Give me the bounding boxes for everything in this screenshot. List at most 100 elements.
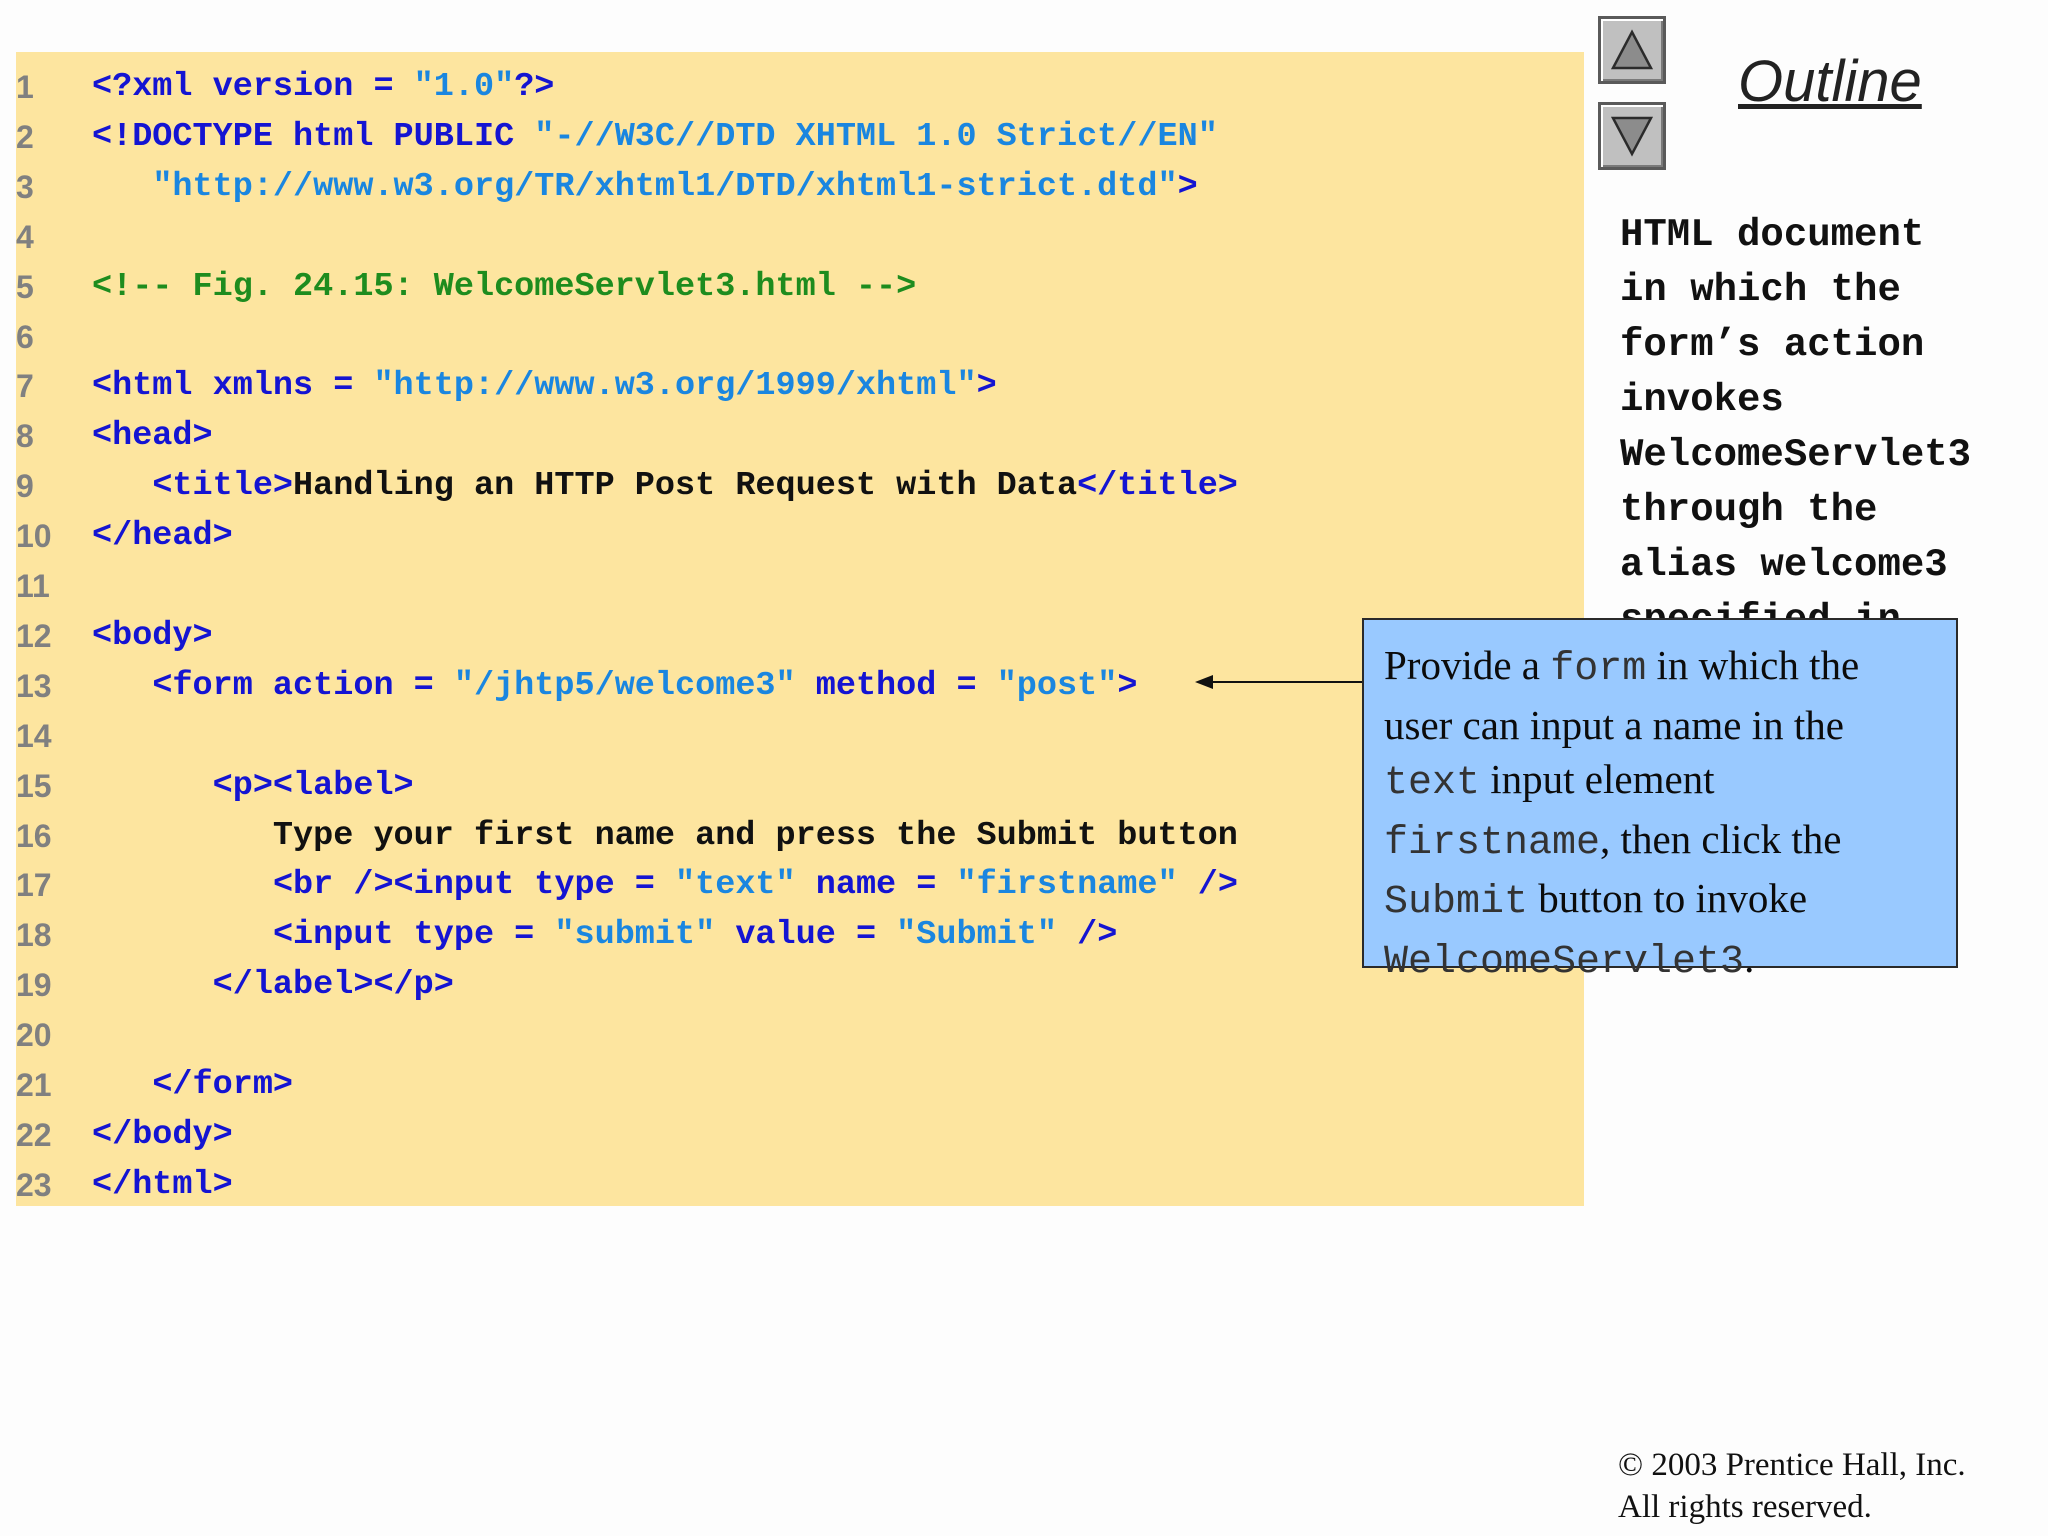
code-token: "/jhtp5/welcome3": [453, 666, 796, 705]
code-token: </label></p>: [212, 966, 454, 1005]
code-token: >: [976, 367, 997, 406]
code-token: <form action =: [152, 666, 454, 705]
code-token: <!-- Fig. 24.15: WelcomeServlet3.html --…: [92, 267, 917, 306]
line-number: 18: [16, 917, 52, 954]
line-number: 14: [16, 717, 52, 754]
code-text: <input type = "submit" value = "Submit" …: [92, 910, 1117, 960]
copyright-line-1: © 2003 Prentice Hall, Inc.: [1618, 1447, 1966, 1483]
code-token: </head>: [92, 517, 233, 556]
callout-code-term: firstname: [1384, 820, 1601, 866]
side-description: HTML document in which the form’s action…: [1620, 213, 1972, 620]
line-number: 15: [16, 767, 52, 804]
line-number: 19: [16, 967, 52, 1004]
code-token: <br /><input type =: [272, 866, 676, 905]
code-text: <p><label>: [92, 761, 414, 811]
code-listing: 1 <?xml version = "1.0"?> 2 <!DOCTYPE html …: [16, 52, 1584, 1206]
code-text: </html>: [92, 1160, 233, 1210]
line-number: 1: [16, 69, 34, 105]
code-text: Type your first name and press the Submi…: [92, 811, 1238, 861]
line-number: 5: [16, 268, 34, 305]
code-text: <?xml version = "1.0"?>: [92, 62, 554, 112]
triangle-down-icon: [1610, 116, 1654, 157]
line-number: 8: [16, 418, 34, 455]
callout-code-term: text: [1384, 761, 1481, 806]
code-token: </title>: [1077, 467, 1238, 506]
copyright: © 2003 Prentice Hall, Inc. All rights re…: [1618, 1444, 1966, 1528]
code-token: "post": [996, 666, 1118, 705]
callout-text: .: [1744, 934, 1755, 981]
code-token: "http://www.w3.org/1999/xhtml": [373, 367, 977, 406]
callout-text: , then click the: [1600, 815, 1842, 862]
code-token: "http://www.w3.org/TR/xhtml1/DTD/xhtml1-…: [152, 167, 1178, 206]
line-number: 11: [16, 568, 50, 604]
outline-title[interactable]: Outline: [1738, 48, 1922, 115]
callout-text: Provide a: [1384, 642, 1551, 688]
callout-code-term: Submit: [1384, 880, 1529, 925]
code-text: <head>: [92, 411, 213, 461]
line-number: 10: [16, 518, 52, 555]
code-token: <input type =: [272, 916, 555, 955]
code-token: "text": [675, 866, 796, 905]
code-token: Handling an HTTP Post Request with Data: [293, 467, 1078, 506]
line-number: 12: [16, 617, 52, 654]
code-token: "submit": [554, 916, 716, 955]
line-number: 22: [16, 1116, 52, 1153]
line-number: 6: [16, 318, 34, 355]
line-number: 3: [16, 168, 34, 205]
code-text: <br /><input type = "text" name = "first…: [92, 860, 1238, 910]
code-token: ?>: [514, 68, 555, 106]
code-token: />: [1056, 916, 1118, 955]
code-token: Type your first name and press the Submi…: [92, 816, 1238, 855]
line-number: 16: [16, 817, 52, 854]
line-number: 4: [16, 218, 34, 255]
code-text: <form action = "/jhtp5/welcome3" method …: [92, 661, 1137, 711]
line-number: 7: [16, 368, 34, 405]
code-text: </form>: [92, 1060, 293, 1110]
code-token: </form>: [152, 1066, 294, 1104]
code-token: <html xmlns =: [92, 367, 374, 406]
code-token: method =: [795, 666, 997, 705]
code-token: >: [1177, 167, 1198, 206]
code-token: </html>: [92, 1165, 233, 1204]
code-token: "1.0": [413, 68, 515, 106]
callout-code-term: form: [1550, 647, 1647, 692]
callout-code-term: WelcomeServlet3: [1384, 939, 1745, 985]
code-text: <!DOCTYPE html PUBLIC "-//W3C//DTD XHTML…: [92, 112, 1218, 162]
code-text: </head>: [92, 511, 233, 561]
code-token: >: [1117, 666, 1138, 705]
code-token: </body>: [92, 1115, 233, 1154]
code-text: <title>Handling an HTTP Post Request wit…: [92, 461, 1238, 511]
previous-slide-button[interactable]: [1598, 16, 1666, 84]
code-token: value =: [715, 916, 897, 955]
code-token: <!DOCTYPE html PUBLIC: [92, 117, 535, 156]
code-token: "-//W3C//DTD XHTML 1.0 Strict//EN": [534, 117, 1218, 156]
code-text: <html xmlns = "http://www.w3.org/1999/xh…: [92, 361, 997, 411]
code-text: </body>: [92, 1110, 233, 1160]
code-text: <!-- Fig. 24.15: WelcomeServlet3.html --…: [92, 262, 916, 312]
line-number: 20: [16, 1017, 52, 1054]
code-token: <p><label>: [212, 766, 414, 805]
code-token: "firstname": [956, 866, 1178, 905]
code-text: "http://www.w3.org/TR/xhtml1/DTD/xhtml1-…: [92, 162, 1198, 212]
next-slide-button[interactable]: [1598, 102, 1666, 170]
line-number: 17: [16, 867, 52, 904]
triangle-up-icon: [1610, 29, 1654, 70]
code-text: <body>: [92, 611, 213, 661]
code-token: <?xml version =: [92, 68, 414, 106]
callout-text: input element: [1480, 756, 1715, 802]
code-token: <title>: [152, 467, 294, 506]
callout-text: button to invoke: [1528, 875, 1808, 921]
line-number: 13: [16, 667, 52, 704]
line-number: 2: [16, 118, 34, 155]
callout-arrow: [1195, 675, 1370, 689]
code-token: name =: [795, 866, 957, 905]
code-text: </label></p>: [92, 960, 454, 1010]
